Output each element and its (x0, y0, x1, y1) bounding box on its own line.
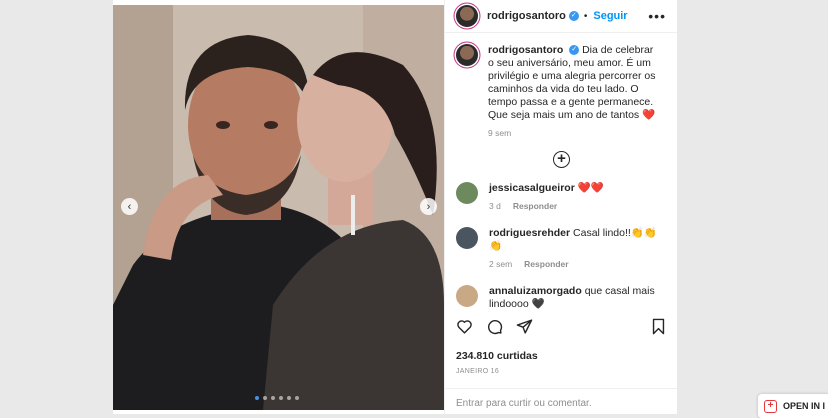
comment-meta: 2 sem Responder (489, 258, 659, 271)
carousel-dots (255, 396, 299, 400)
post-sidebar: rodrigosantoro ✓ • Seguir ••• rodrigosan… (444, 0, 678, 414)
load-more: + (456, 150, 667, 168)
comment-text: ❤️❤️ (577, 182, 604, 194)
carousel-dot (287, 396, 291, 400)
post-date[interactable]: JANEIRO 16 (456, 368, 499, 375)
carousel-dot (255, 396, 259, 400)
comment-item: annaluizamorgado que casal mais lindoooo… (456, 285, 667, 310)
like-count[interactable]: 234.810 curtidas (456, 350, 538, 362)
commenter-avatar[interactable] (456, 182, 478, 204)
open-in-label: OPEN IN I (783, 401, 826, 411)
photo-illustration (113, 5, 444, 410)
comment-item: rodriguesrehder Casal lindo!!👏👏👏 2 sem Res… (456, 227, 667, 271)
commenter-username[interactable]: annaluizamorgado (489, 285, 582, 297)
caption-username[interactable]: rodrigosantoro (488, 44, 563, 56)
carousel-dot (263, 396, 267, 400)
comment-time: 3 d (489, 201, 501, 211)
plus-circle-icon[interactable]: + (553, 151, 570, 168)
separator-dot: • (583, 10, 588, 22)
author-avatar[interactable] (456, 5, 478, 27)
comment-body: annaluizamorgado que casal mais lindoooo… (489, 285, 659, 310)
comment-icon[interactable] (486, 318, 503, 335)
follow-button[interactable]: Seguir (593, 10, 627, 22)
reply-button[interactable]: Responder (524, 259, 568, 269)
commenter-avatar[interactable] (456, 285, 478, 307)
post-photo[interactable]: ‹ › (113, 5, 444, 410)
caption-text-block: rodrigosantoro ✓ Dia de celebrar o seu a… (488, 44, 658, 122)
carousel-dot (295, 396, 299, 400)
action-bar (456, 318, 667, 335)
post-header: rodrigosantoro ✓ • Seguir ••• (445, 0, 677, 33)
reply-button[interactable]: Responder (513, 201, 557, 211)
post-modal: ‹ › rodrigosantoro ✓ • Seguir ••• rodrig… (113, 0, 678, 414)
heart-icon[interactable] (456, 318, 473, 335)
commenter-username[interactable]: rodriguesrehder (489, 227, 570, 239)
more-options-icon[interactable]: ••• (648, 9, 666, 23)
comment-time: 2 sem (489, 259, 513, 269)
carousel-prev-button[interactable]: ‹ (121, 198, 138, 215)
commenter-username[interactable]: jessicasalgueiror (489, 182, 575, 194)
bookmark-icon[interactable] (650, 318, 667, 335)
comment-rows: jessicasalgueiror ❤️❤️ 3 d Responder rodrig… (456, 182, 667, 310)
comment-input[interactable] (456, 398, 667, 409)
verified-icon: ✓ (569, 45, 580, 56)
author-username[interactable]: rodrigosantoro (487, 10, 566, 22)
commenter-avatar[interactable] (456, 227, 478, 249)
carousel-dot (271, 396, 275, 400)
plus-badge-icon: + (764, 399, 777, 413)
caption-time: 9 sem (488, 128, 512, 138)
post-caption: rodrigosantoro ✓ Dia de celebrar o seu a… (456, 44, 667, 138)
open-in-extension-banner[interactable]: + OPEN IN I (758, 394, 828, 418)
comment-item: jessicasalgueiror ❤️❤️ 3 d Responder (456, 182, 667, 213)
comment-composer (445, 388, 678, 414)
caption-avatar[interactable] (456, 44, 478, 66)
carousel-next-button[interactable]: › (420, 198, 437, 215)
comment-body: jessicasalgueiror ❤️❤️ 3 d Responder (489, 182, 659, 213)
carousel-dot (279, 396, 283, 400)
comment-meta: 3 d Responder (489, 200, 659, 213)
comment-body: rodriguesrehder Casal lindo!!👏👏👏 2 sem Res… (489, 227, 659, 271)
share-icon[interactable] (516, 318, 533, 335)
verified-icon: ✓ (568, 11, 579, 21)
comments-list: rodrigosantoro ✓ Dia de celebrar o seu a… (445, 40, 678, 310)
